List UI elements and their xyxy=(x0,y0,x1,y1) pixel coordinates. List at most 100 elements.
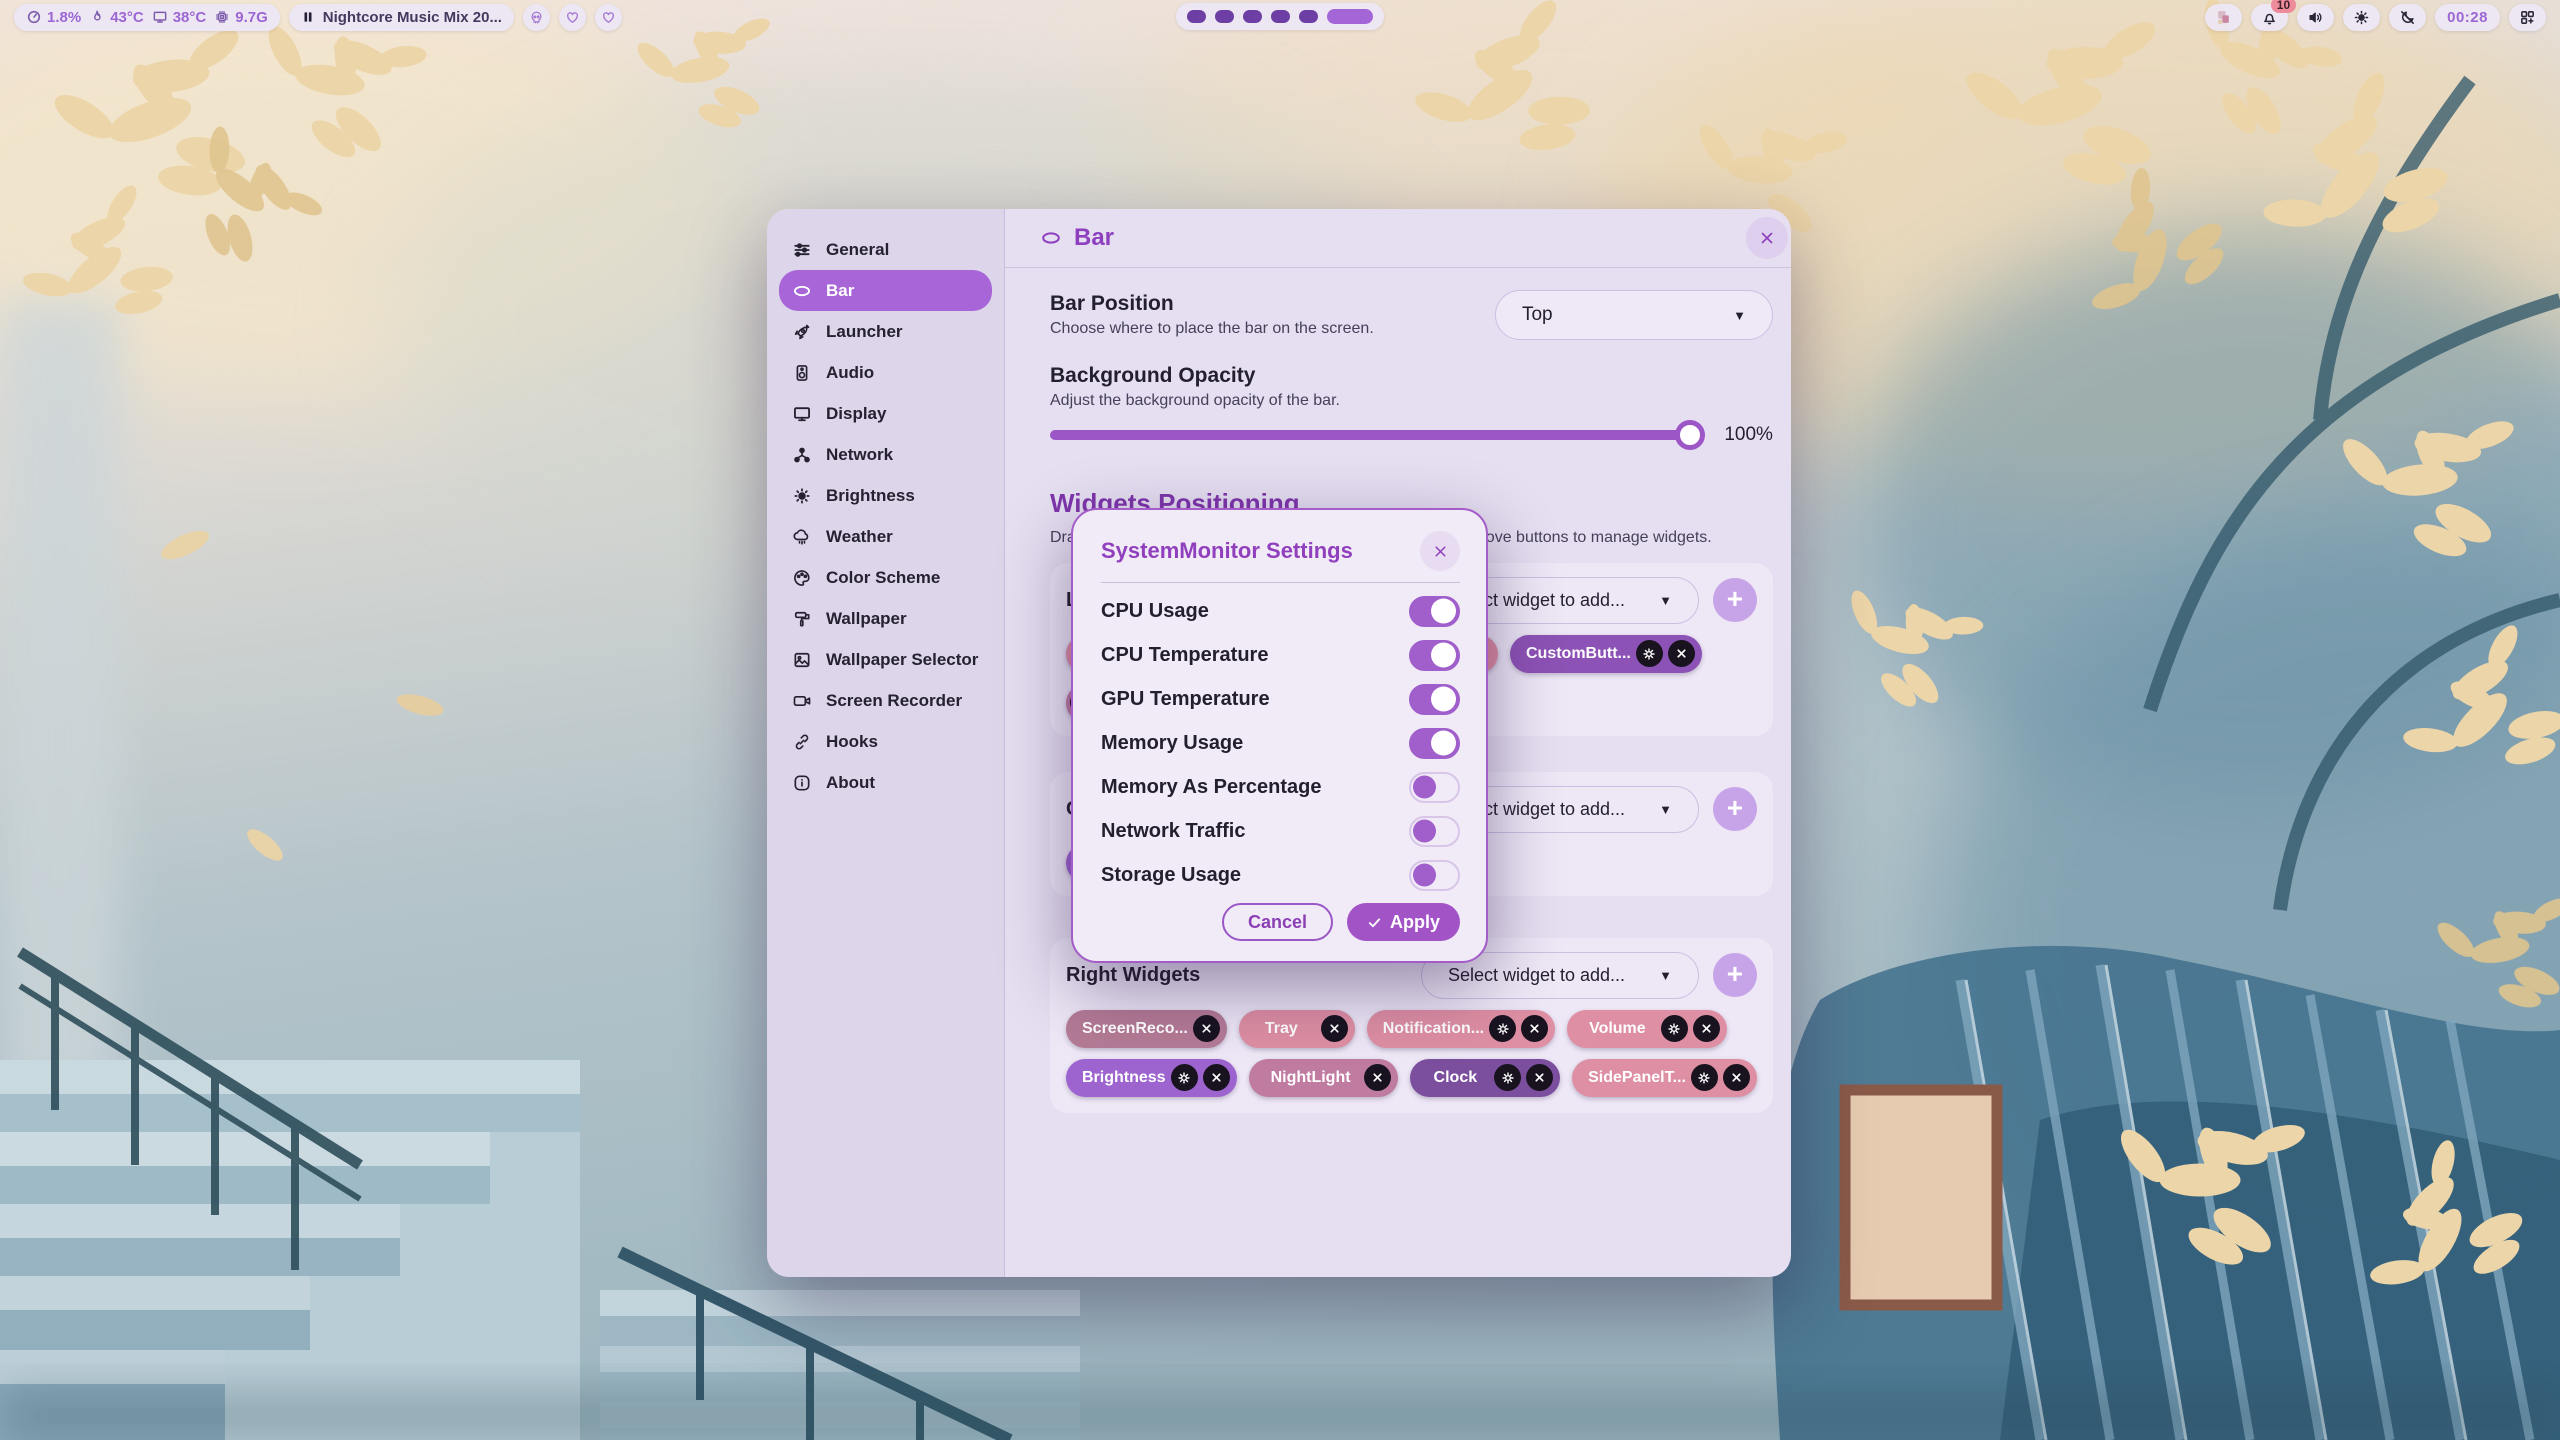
widget-chip-notifications[interactable]: Notification... xyxy=(1367,1010,1555,1048)
sidebar-item-network[interactable]: Network xyxy=(779,434,992,475)
nightlight-pill[interactable] xyxy=(2389,4,2426,31)
cpu-usage-stat: 1.8% xyxy=(26,9,81,26)
toggle-memory-usage[interactable] xyxy=(1409,728,1460,759)
chip-remove-button[interactable] xyxy=(1364,1064,1391,1091)
gear-icon xyxy=(1642,647,1656,661)
toggle-label-storage-usage: Storage Usage xyxy=(1101,864,1241,887)
apply-button[interactable]: Apply xyxy=(1347,903,1460,941)
center-widgets-add-button[interactable]: + xyxy=(1713,787,1757,831)
toggle-memory-as-percentage[interactable] xyxy=(1409,772,1460,803)
widget-chip-screenrecorder[interactable]: ScreenReco... xyxy=(1066,1010,1227,1048)
toggle-label-gpu-temperature: GPU Temperature xyxy=(1101,688,1270,711)
chip-remove-button[interactable] xyxy=(1693,1015,1720,1042)
modal-divider xyxy=(1101,582,1460,583)
toggle-network-traffic[interactable] xyxy=(1409,816,1460,847)
widget-chip-clock[interactable]: Clock xyxy=(1410,1059,1561,1097)
widget-chip-brightness[interactable]: Brightness xyxy=(1066,1059,1237,1097)
widget-chip-sidepanel[interactable]: SidePanelT... xyxy=(1572,1059,1757,1097)
brightness-pill[interactable] xyxy=(2343,4,2380,31)
sidebar-item-screen-recorder[interactable]: Screen Recorder xyxy=(779,680,992,721)
page-title: Bar xyxy=(1074,224,1114,252)
opacity-slider[interactable] xyxy=(1050,430,1701,440)
bar-position-row: Bar Position Choose where to place the b… xyxy=(1050,290,1773,340)
custom-button-heart-1[interactable] xyxy=(559,4,586,31)
toggle-gpu-temperature[interactable] xyxy=(1409,684,1460,715)
sidebar-item-brightness[interactable]: Brightness xyxy=(779,475,992,516)
sidebar-item-about[interactable]: About xyxy=(779,762,992,803)
right-widgets-add-button[interactable]: + xyxy=(1713,953,1757,997)
sidebar-item-audio[interactable]: Audio xyxy=(779,352,992,393)
toggle-label-cpu-temperature: CPU Temperature xyxy=(1101,644,1268,667)
bar-position-value: Top xyxy=(1522,304,1553,326)
systray-pill[interactable] xyxy=(2205,4,2242,31)
gear-icon xyxy=(1501,1071,1515,1085)
custom-button-skull[interactable] xyxy=(523,4,550,31)
bar-position-select[interactable]: Top ▼ xyxy=(1495,290,1773,340)
modal-close-button[interactable] xyxy=(1420,531,1460,571)
link-icon xyxy=(792,732,812,752)
sidebar-item-wallpaper-selector[interactable]: Wallpaper Selector xyxy=(779,639,992,680)
notifications-pill[interactable]: 10 xyxy=(2251,4,2288,31)
workspace-dot-3[interactable] xyxy=(1243,10,1262,23)
chip-remove-button[interactable] xyxy=(1321,1015,1348,1042)
chip-gear-button[interactable] xyxy=(1691,1064,1718,1091)
workspace-active-6[interactable] xyxy=(1327,9,1373,24)
chip-remove-button[interactable] xyxy=(1668,640,1695,667)
workspace-dot-5[interactable] xyxy=(1299,10,1318,23)
chip-remove-button[interactable] xyxy=(1193,1015,1220,1042)
left-widgets-add-button[interactable]: + xyxy=(1713,578,1757,622)
sidebar-item-weather[interactable]: Weather xyxy=(779,516,992,557)
memory-value: 9.7G xyxy=(235,9,268,26)
media-player-pill[interactable]: Nightcore Music Mix 20... xyxy=(289,4,514,31)
workspace-dot-4[interactable] xyxy=(1271,10,1290,23)
close-icon xyxy=(1200,1022,1213,1035)
chip-remove-button[interactable] xyxy=(1723,1064,1750,1091)
chip-remove-button[interactable] xyxy=(1526,1064,1553,1091)
sidebar-item-launcher[interactable]: Launcher xyxy=(779,311,992,352)
chevron-down-icon: ▼ xyxy=(1659,968,1672,983)
sidebar-item-display[interactable]: Display xyxy=(779,393,992,434)
chevron-down-icon: ▼ xyxy=(1733,308,1746,323)
clock-pill[interactable]: 00:28 xyxy=(2435,4,2500,31)
cpu-temp-value: 43°C xyxy=(110,9,144,26)
chip-remove-button[interactable] xyxy=(1203,1064,1230,1091)
content-header: Bar xyxy=(1005,209,1791,268)
toggle-cpu-temperature[interactable] xyxy=(1409,640,1460,671)
chip-gear-button[interactable] xyxy=(1171,1064,1198,1091)
chip-remove-button[interactable] xyxy=(1521,1015,1548,1042)
video-camera-icon xyxy=(792,691,812,711)
chip-gear-button[interactable] xyxy=(1636,640,1663,667)
widget-chip-volume[interactable]: Volume xyxy=(1567,1010,1727,1048)
close-icon xyxy=(1328,1022,1341,1035)
volume-pill[interactable] xyxy=(2297,4,2334,31)
close-icon xyxy=(1528,1022,1541,1035)
chip-gear-button[interactable] xyxy=(1661,1015,1688,1042)
dashboard-pill[interactable] xyxy=(2509,4,2546,31)
network-icon xyxy=(792,445,812,465)
chip-gear-button[interactable] xyxy=(1489,1015,1516,1042)
workspace-dot-1[interactable] xyxy=(1187,10,1206,23)
chevron-down-icon: ▼ xyxy=(1659,802,1672,817)
system-stats-pill[interactable]: 1.8% 43°C 38°C 9.7G xyxy=(14,4,280,31)
sidebar-item-general[interactable]: General xyxy=(779,229,992,270)
widget-chip-tray[interactable]: Tray xyxy=(1239,1010,1355,1048)
sidebar-item-hooks[interactable]: Hooks xyxy=(779,721,992,762)
gear-icon xyxy=(1697,1071,1711,1085)
sidebar-item-color-scheme[interactable]: Color Scheme xyxy=(779,557,992,598)
sidebar-item-bar[interactable]: Bar xyxy=(779,270,992,311)
workspace-dot-2[interactable] xyxy=(1215,10,1234,23)
toggle-cpu-usage[interactable] xyxy=(1409,596,1460,627)
sidebar-item-label: Wallpaper Selector xyxy=(826,650,978,670)
heart-icon xyxy=(601,10,616,25)
close-icon xyxy=(1730,1071,1743,1084)
widget-chip-custombutton[interactable]: CustomButt... xyxy=(1510,635,1702,673)
widget-chip-nightlight[interactable]: NightLight xyxy=(1249,1059,1398,1097)
cancel-button[interactable]: Cancel xyxy=(1222,903,1333,941)
opacity-slider-handle[interactable] xyxy=(1675,420,1705,450)
sidebar-item-wallpaper[interactable]: Wallpaper xyxy=(779,598,992,639)
toggle-storage-usage[interactable] xyxy=(1409,860,1460,891)
chip-gear-button[interactable] xyxy=(1494,1064,1521,1091)
custom-button-heart-2[interactable] xyxy=(595,4,622,31)
right-widgets-section: Right Widgets Select widget to add... ▼ … xyxy=(1050,938,1773,1113)
window-close-button[interactable] xyxy=(1746,217,1788,259)
